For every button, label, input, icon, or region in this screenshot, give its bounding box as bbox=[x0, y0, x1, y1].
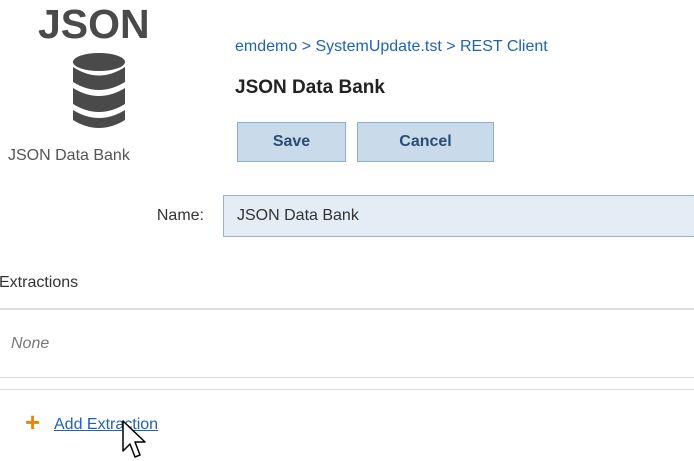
extractions-heading: Extractions bbox=[0, 274, 79, 291]
plus-icon[interactable]: + bbox=[25, 408, 40, 436]
json-title-text: JSON bbox=[38, 1, 150, 47]
icon-caption: JSON Data Bank bbox=[8, 147, 130, 164]
breadcrumb[interactable]: emdemo > SystemUpdate.tst > REST Client bbox=[235, 37, 548, 57]
name-label: Name: bbox=[156, 207, 204, 224]
empty-extractions-text: None bbox=[11, 335, 50, 352]
divider bbox=[0, 377, 694, 378]
divider bbox=[0, 389, 694, 390]
mouse-cursor-icon bbox=[122, 420, 146, 458]
database-icon bbox=[73, 53, 125, 128]
page-title: JSON Data Bank bbox=[235, 77, 385, 98]
save-button[interactable]: Save bbox=[237, 122, 346, 162]
name-input[interactable] bbox=[223, 195, 694, 237]
divider bbox=[0, 308, 694, 310]
cancel-button[interactable]: Cancel bbox=[357, 122, 494, 162]
